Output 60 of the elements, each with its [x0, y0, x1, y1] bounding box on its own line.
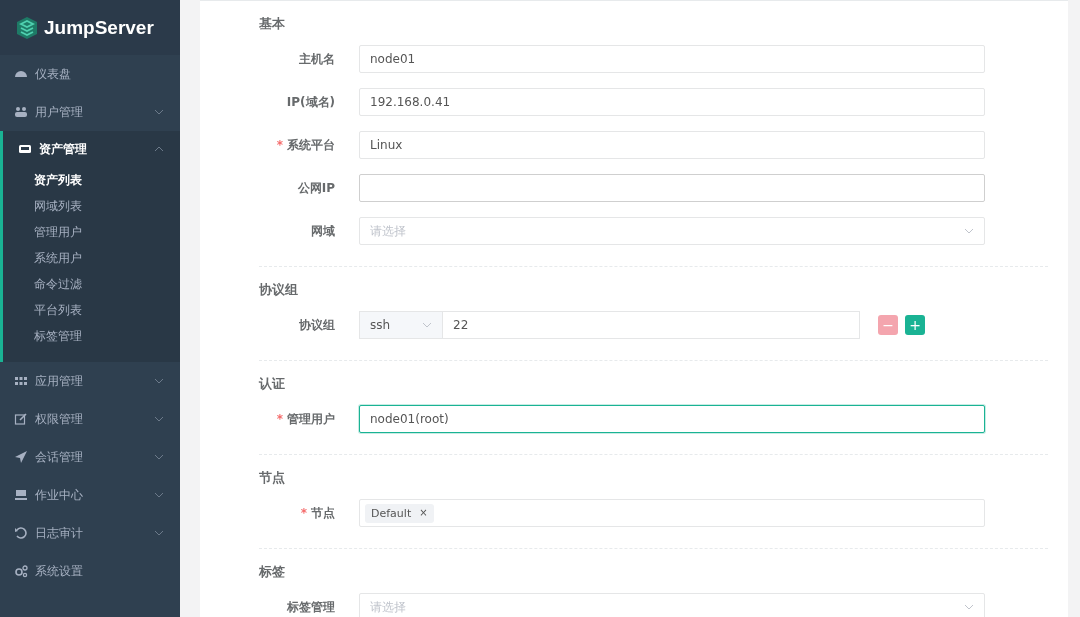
field-label: * 管理用户	[275, 410, 335, 428]
menu-icon	[14, 488, 28, 502]
chevron-icon	[422, 322, 432, 328]
chevron-icon	[154, 109, 164, 115]
remove-tag-button[interactable]: ×	[419, 506, 428, 520]
chevron-icon	[964, 228, 974, 234]
menu-item[interactable]: 会话管理	[0, 438, 180, 476]
submenu-item[interactable]: 命令过滤	[34, 275, 82, 293]
section-title: 标签	[259, 563, 286, 581]
field-label: 标签管理	[286, 598, 335, 616]
menu-icon	[14, 105, 28, 119]
input-field[interactable]	[359, 174, 985, 202]
submenu-item[interactable]: 网域列表	[34, 197, 82, 215]
chevron-icon	[154, 530, 164, 536]
menu-item[interactable]: 作业中心	[0, 476, 180, 514]
field-label: 公网IP	[296, 179, 335, 197]
field-label: 网域	[310, 222, 335, 240]
menu-icon	[14, 526, 28, 540]
input-field[interactable]: Linux	[359, 131, 985, 159]
menu-item[interactable]: 用户管理	[0, 93, 180, 131]
tag-select-field[interactable]: Default ×	[359, 499, 985, 527]
menu-item[interactable]: 资产管理	[3, 131, 180, 167]
submenu-item[interactable]: 标签管理	[34, 327, 82, 345]
section-title: 协议组	[259, 281, 299, 299]
section-title: 节点	[259, 469, 286, 487]
section-title: 认证	[259, 375, 286, 393]
submenu-item[interactable]: 资产列表	[34, 171, 82, 189]
port-field[interactable]: 22	[443, 311, 860, 339]
submenu-item[interactable]: 管理用户	[34, 223, 82, 241]
tag-chip: Default ×	[365, 503, 434, 523]
input-field[interactable]: node01(root)	[359, 405, 985, 433]
menu-icon	[18, 142, 32, 156]
menu-item[interactable]: 应用管理	[0, 362, 180, 400]
protocol-select[interactable]: ssh	[359, 311, 443, 339]
logo-text: JumpServer	[44, 16, 154, 39]
chevron-icon	[154, 378, 164, 384]
menu-icon	[14, 412, 28, 426]
input-field[interactable]: node01	[359, 45, 985, 73]
section-title: 基本	[259, 15, 286, 33]
chevron-icon	[964, 604, 974, 610]
input-field[interactable]: 192.168.0.41	[359, 88, 985, 116]
chevron-icon	[154, 146, 164, 152]
field-label: * 节点	[299, 504, 335, 522]
menu-icon	[14, 564, 28, 578]
menu-icon	[14, 450, 28, 464]
field-label: IP(域名)	[285, 93, 335, 111]
menu-item[interactable]: 仪表盘	[0, 55, 180, 93]
logo-icon	[16, 15, 38, 40]
field-label: * 系统平台	[275, 136, 335, 154]
menu-icon	[14, 374, 28, 388]
chevron-icon	[154, 492, 164, 498]
menu-item[interactable]: 权限管理	[0, 400, 180, 438]
chevron-icon	[154, 416, 164, 422]
menu-item[interactable]: 系统设置	[0, 552, 180, 590]
chevron-icon	[154, 454, 164, 460]
field-label: 主机名	[298, 50, 335, 68]
menu-item[interactable]: 日志审计	[0, 514, 180, 552]
submenu-item[interactable]: 系统用户	[34, 249, 82, 267]
field-label: 协议组	[298, 316, 335, 334]
submenu-item[interactable]: 平台列表	[34, 301, 82, 319]
